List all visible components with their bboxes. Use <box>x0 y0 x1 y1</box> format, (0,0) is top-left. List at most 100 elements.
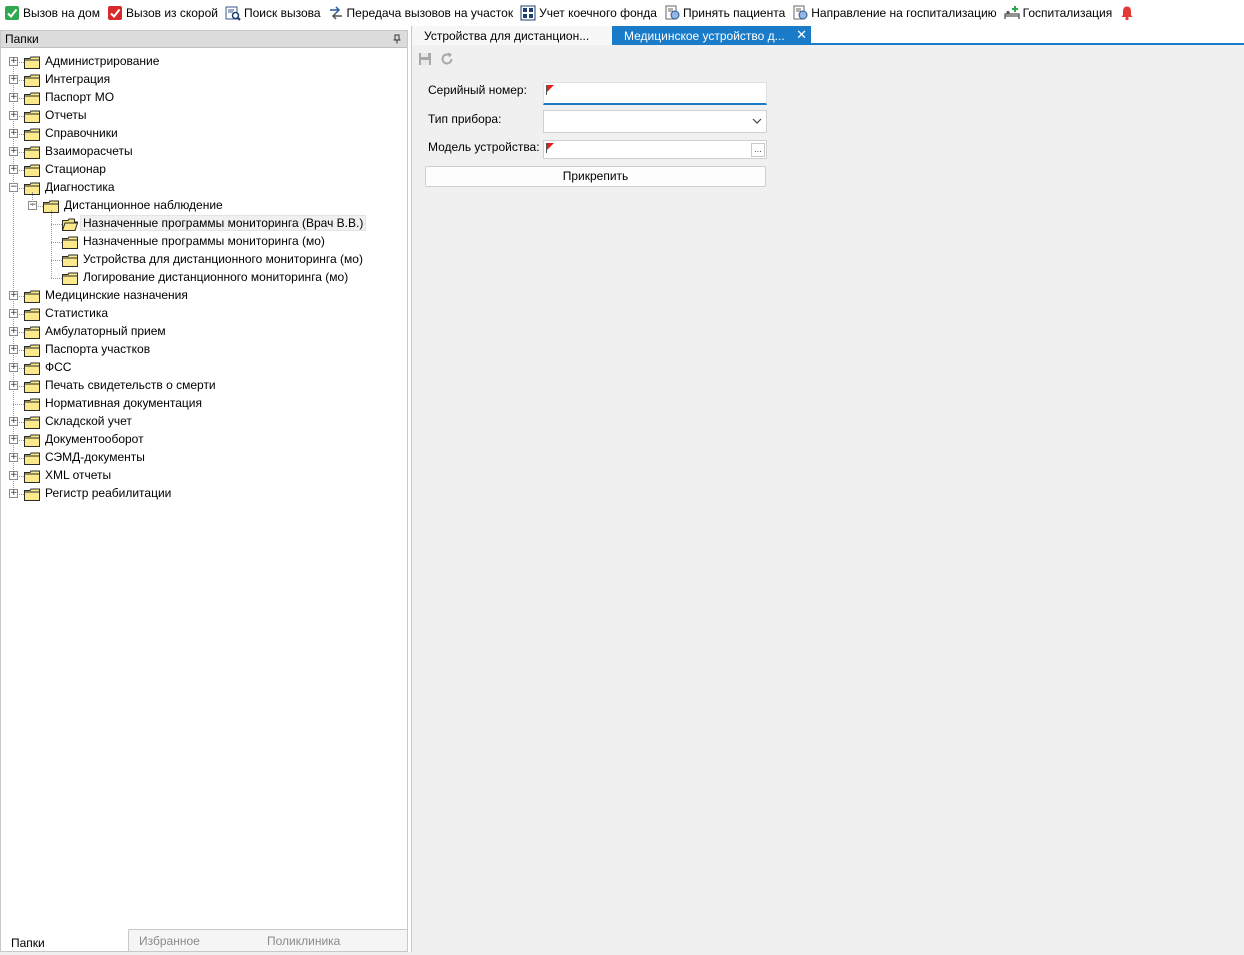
tree-item[interactable]: Назначенные программы мониторинга (мо) <box>1 233 407 251</box>
tree-item[interactable]: + ФСС <box>1 359 407 377</box>
expand-icon[interactable]: + <box>9 417 18 426</box>
tree-connector <box>51 260 62 261</box>
ambulance-call-button[interactable]: Вызов из скорой <box>105 2 221 24</box>
tree-item-label: XML отчеты <box>45 468 112 482</box>
home-call-button[interactable]: Вызов на дом <box>2 2 103 24</box>
referral-button[interactable]: Направление на госпитализацию <box>790 2 999 24</box>
expand-icon[interactable]: + <box>9 75 18 84</box>
tree-item[interactable]: + Интеграция <box>1 71 407 89</box>
tab-favorites[interactable]: Избранное <box>129 930 257 952</box>
expand-icon[interactable]: + <box>9 291 18 300</box>
tree-item[interactable]: + Паспорта участков <box>1 341 407 359</box>
pin-icon[interactable] <box>391 33 403 45</box>
refresh-icon[interactable] <box>439 51 455 67</box>
expand-icon[interactable]: + <box>9 363 18 372</box>
select-model-button[interactable]: ... <box>751 143 765 157</box>
tree-item[interactable]: + Администрирование <box>1 53 407 71</box>
device-model-input[interactable]: ... <box>543 140 767 159</box>
tree-item[interactable]: + Отчеты <box>1 107 407 125</box>
folder-icon <box>62 272 78 285</box>
tree-item-label: Документооборот <box>45 432 144 446</box>
tree-item[interactable]: Назначенные программы мониторинга (Врач … <box>1 215 407 233</box>
folder-icon <box>24 488 40 501</box>
referral-label: Направление на госпитализацию <box>811 6 997 20</box>
collapse-icon[interactable]: − <box>9 183 18 192</box>
expand-icon[interactable]: + <box>9 471 18 480</box>
close-icon[interactable]: ✕ <box>796 29 807 45</box>
tree-item[interactable]: − Диагностика <box>1 179 407 197</box>
folder-icon <box>24 434 40 447</box>
tree-item-label: Устройства для дистанционного мониторинг… <box>83 252 363 266</box>
save-icon[interactable] <box>417 51 433 67</box>
folders-panel-title: Папки <box>5 32 39 46</box>
bell-icon <box>1119 5 1135 21</box>
expand-icon[interactable]: + <box>9 345 18 354</box>
tree-item[interactable]: + Печать свидетельств о смерти <box>1 377 407 395</box>
expand-icon[interactable]: + <box>9 165 18 174</box>
tree-item[interactable]: Устройства для дистанционного мониторинг… <box>1 251 407 269</box>
attach-button[interactable]: Прикрепить <box>425 166 766 187</box>
tree-item[interactable]: − Дистанционное наблюдение <box>1 197 407 215</box>
tree-item-label: Назначенные программы мониторинга (мо) <box>83 234 325 248</box>
folder-icon <box>24 470 40 483</box>
bed-fund-label: Учет коечного фонда <box>539 6 657 20</box>
expand-icon[interactable]: + <box>9 147 18 156</box>
hospitalization-button[interactable]: Госпитализация <box>1002 2 1116 24</box>
expand-icon[interactable]: + <box>9 129 18 138</box>
tree-item[interactable]: + СЭМД-документы <box>1 449 407 467</box>
tab-folders[interactable]: Папки <box>1 929 129 951</box>
tree-item[interactable]: Нормативная документация <box>1 395 407 413</box>
expand-icon[interactable]: + <box>9 327 18 336</box>
tab-medical-device[interactable]: Медицинское устройство д... ✕ <box>612 26 811 45</box>
tree-item[interactable]: + Статистика <box>1 305 407 323</box>
tree-item[interactable]: + Регистр реабилитации <box>1 485 407 503</box>
expand-icon[interactable]: + <box>9 57 18 66</box>
serial-number-input[interactable] <box>543 82 767 105</box>
expand-icon[interactable]: + <box>9 111 18 120</box>
tree-item-label: Интеграция <box>45 72 111 86</box>
tree-connector <box>13 404 24 405</box>
tree-item[interactable]: + Паспорт МО <box>1 89 407 107</box>
folder-icon <box>24 290 40 303</box>
transfer-calls-button[interactable]: Передача вызовов на участок <box>326 2 517 24</box>
bed-fund-icon <box>520 5 536 21</box>
check-red-icon <box>107 5 123 21</box>
tree-item-label: Нормативная документация <box>45 396 202 410</box>
tree-item-label: Печать свидетельств о смерти <box>45 378 216 392</box>
required-flag-icon <box>546 143 554 153</box>
tree-item[interactable]: Логирование дистанционного мониторинга (… <box>1 269 407 287</box>
device-type-select[interactable] <box>543 110 767 133</box>
notifications-button[interactable] <box>1117 2 1141 24</box>
document-area: Устройства для дистанцион... Медицинское… <box>411 26 1244 952</box>
tree-item[interactable]: + Справочники <box>1 125 407 143</box>
accept-patient-button[interactable]: Принять пациента <box>662 2 788 24</box>
left-panel-tabs: Папки Избранное Поликлиника <box>1 929 407 951</box>
expand-icon[interactable]: + <box>9 489 18 498</box>
tab-monitoring-devices[interactable]: Устройства для дистанцион... <box>412 26 612 45</box>
tree-item[interactable]: + Амбулаторный прием <box>1 323 407 341</box>
tree-item[interactable]: + Взаиморасчеты <box>1 143 407 161</box>
device-type-label: Тип прибора: <box>428 112 502 126</box>
folder-icon <box>24 308 40 321</box>
tree-connector <box>51 278 62 279</box>
expand-icon[interactable]: + <box>9 93 18 102</box>
device-model-label: Модель устройства: <box>428 140 540 154</box>
expand-icon[interactable]: + <box>9 309 18 318</box>
serial-number-label: Серийный номер: <box>428 83 527 97</box>
tree-item[interactable]: + Складской учет <box>1 413 407 431</box>
tree-item[interactable]: + Медицинские назначения <box>1 287 407 305</box>
search-call-button[interactable]: Поиск вызова <box>223 2 324 24</box>
tree-item[interactable]: + Стационар <box>1 161 407 179</box>
expand-icon[interactable]: + <box>9 381 18 390</box>
bed-fund-button[interactable]: Учет коечного фонда <box>518 2 660 24</box>
tree-item[interactable]: + XML отчеты <box>1 467 407 485</box>
expand-icon[interactable]: + <box>9 453 18 462</box>
tab-polyclinic[interactable]: Поликлиника <box>257 930 385 952</box>
expand-icon[interactable]: + <box>9 435 18 444</box>
folder-icon <box>24 92 40 105</box>
form-toolbar <box>412 48 1244 70</box>
tree-connector <box>51 210 52 278</box>
tree-item[interactable]: + Документооборот <box>1 431 407 449</box>
folder-icon <box>24 74 40 87</box>
tree-item-label: Паспорт МО <box>45 90 115 104</box>
